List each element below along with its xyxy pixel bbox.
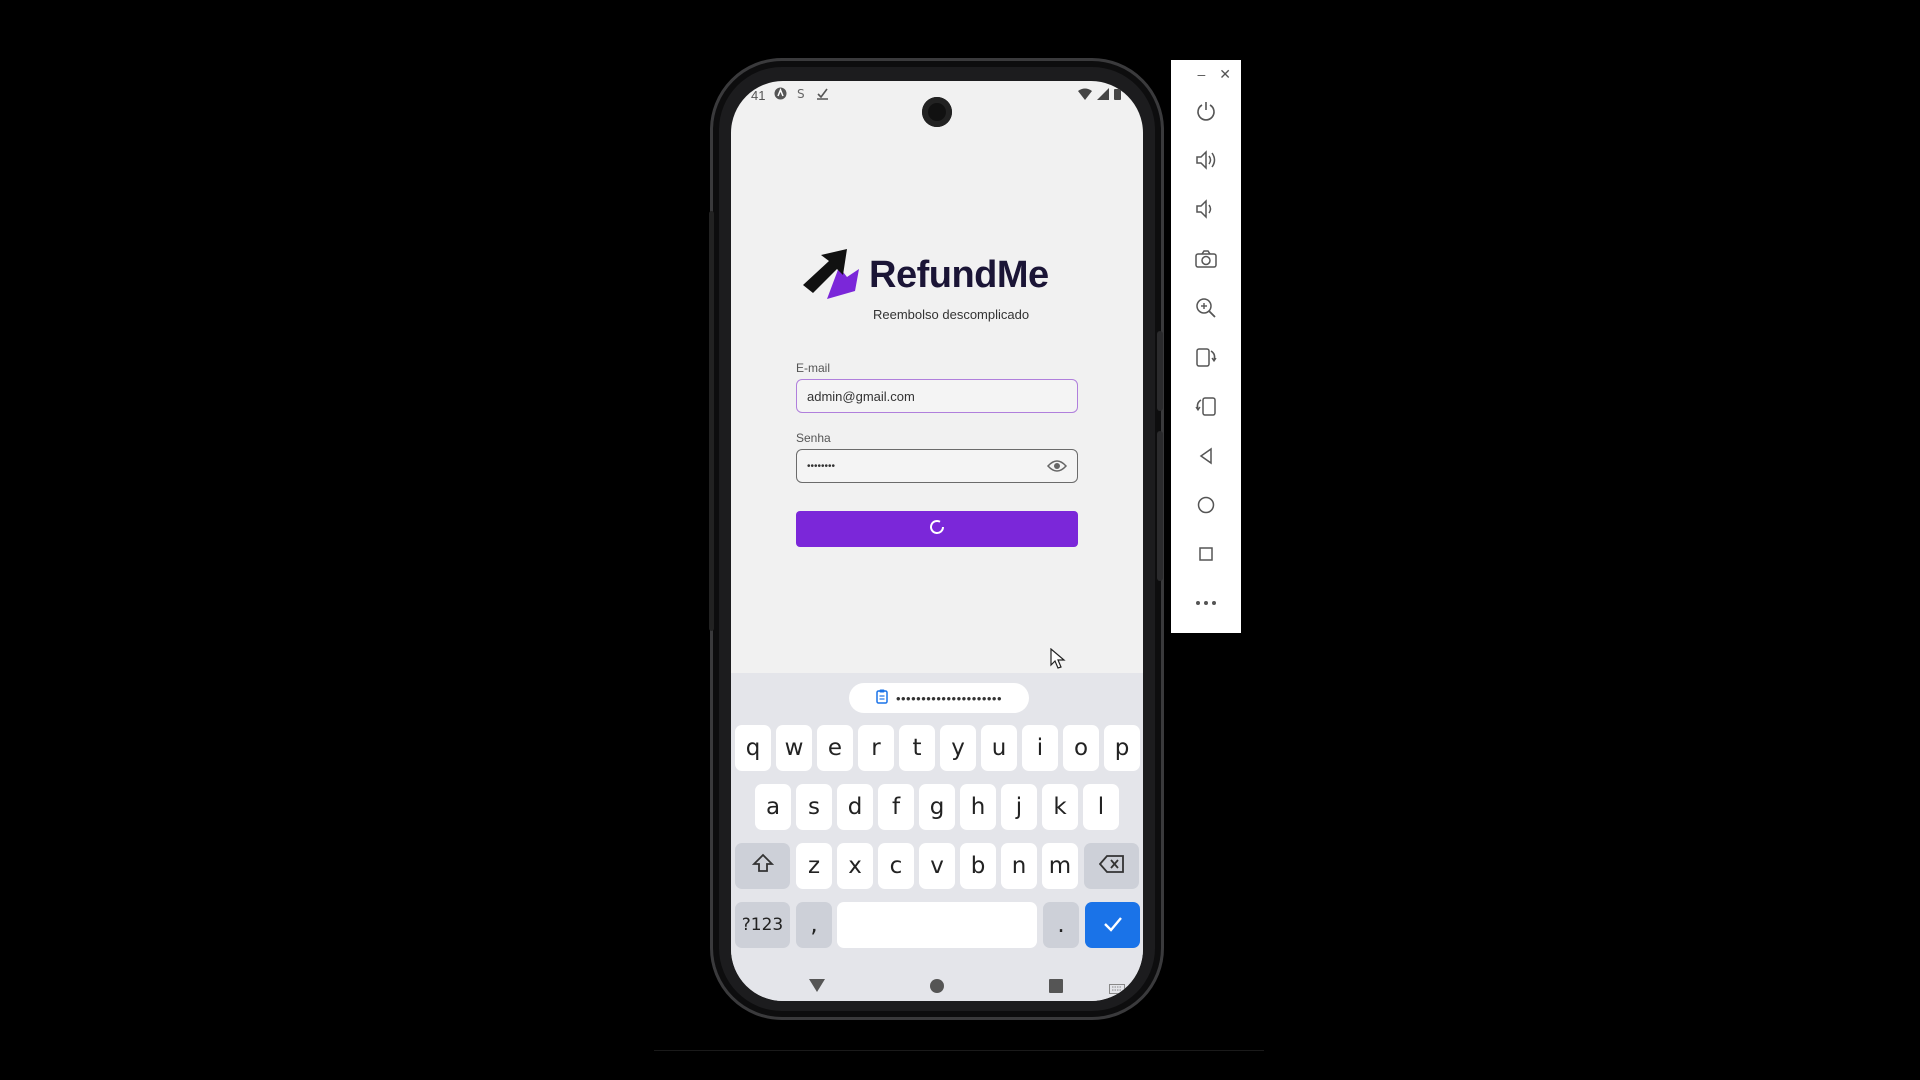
password-field[interactable]: •••••••• <box>796 449 1078 483</box>
app-name: RefundMe <box>869 254 1049 296</box>
enter-key[interactable] <box>1085 902 1140 948</box>
rotate-right-icon[interactable] <box>1193 393 1219 419</box>
key-q[interactable]: q <box>735 725 771 771</box>
volume-side-button <box>1157 431 1163 581</box>
key-f[interactable]: f <box>878 784 914 830</box>
key-t[interactable]: t <box>899 725 935 771</box>
refund-arrows-icon <box>799 247 863 304</box>
check-icon <box>816 87 829 103</box>
nav-back-icon[interactable] <box>809 979 825 998</box>
password-value: •••••••• <box>807 460 836 472</box>
power-side-button <box>1157 331 1163 411</box>
soft-keyboard: ••••••••••••••••••••• q w e r t y u i o … <box>731 673 1143 1001</box>
key-j[interactable]: j <box>1001 784 1037 830</box>
space-key[interactable] <box>837 902 1037 948</box>
minimize-icon[interactable]: – <box>1197 66 1205 83</box>
email-field[interactable]: admin@gmail.com <box>796 379 1078 413</box>
power-icon[interactable] <box>1193 98 1219 124</box>
nav-home-icon[interactable] <box>930 979 944 998</box>
overview-icon[interactable] <box>1193 541 1219 567</box>
key-s[interactable]: s <box>796 784 832 830</box>
key-u[interactable]: u <box>981 725 1017 771</box>
back-icon[interactable] <box>1193 443 1219 469</box>
shift-key[interactable] <box>735 843 790 889</box>
key-z[interactable]: z <box>796 843 832 889</box>
eye-icon[interactable] <box>1046 459 1068 476</box>
clipboard-suggestion[interactable]: ••••••••••••••••••••• <box>849 683 1029 713</box>
key-g[interactable]: g <box>919 784 955 830</box>
camera-icon[interactable] <box>1193 246 1219 272</box>
close-icon[interactable]: ✕ <box>1219 66 1231 83</box>
key-r[interactable]: r <box>858 725 894 771</box>
home-icon[interactable] <box>1193 492 1219 518</box>
signal-icon <box>1097 87 1109 105</box>
more-icon[interactable] <box>1193 590 1219 616</box>
email-label: E-mail <box>796 361 831 375</box>
phone-screen: 41 S RefundMe Reembolso descomplicado E-… <box>731 81 1143 1001</box>
key-p[interactable]: p <box>1104 725 1140 771</box>
checkmark-icon <box>1103 912 1123 938</box>
divider <box>654 1050 1264 1051</box>
wifi-icon <box>1078 87 1092 105</box>
key-y[interactable]: y <box>940 725 976 771</box>
key-k[interactable]: k <box>1042 784 1078 830</box>
front-camera <box>922 97 952 127</box>
emulator-toolbar: – ✕ <box>1171 60 1241 633</box>
zoom-icon[interactable] <box>1193 295 1219 321</box>
key-d[interactable]: d <box>837 784 873 830</box>
key-h[interactable]: h <box>960 784 996 830</box>
suggestion-text: ••••••••••••••••••••• <box>895 690 1003 706</box>
key-b[interactable]: b <box>960 843 996 889</box>
svg-text:S: S <box>797 87 805 100</box>
key-a[interactable]: a <box>755 784 791 830</box>
app-tagline: Reembolso descomplicado <box>873 307 1030 322</box>
key-o[interactable]: o <box>1063 725 1099 771</box>
mouse-pointer-icon <box>1050 647 1066 675</box>
symbols-key[interactable]: ?123 <box>735 902 790 948</box>
password-label: Senha <box>796 431 831 445</box>
clipboard-icon <box>876 689 888 707</box>
email-value: admin@gmail.com <box>807 388 915 404</box>
navigation-bar <box>731 973 1143 1001</box>
key-l[interactable]: l <box>1083 784 1119 830</box>
volume-down-icon[interactable] <box>1193 196 1219 222</box>
key-e[interactable]: e <box>817 725 853 771</box>
key-x[interactable]: x <box>837 843 873 889</box>
backspace-icon <box>1098 853 1125 879</box>
comma-key[interactable]: , <box>796 902 832 948</box>
left-side-button <box>709 211 714 631</box>
backspace-key[interactable] <box>1084 843 1139 889</box>
battery-icon <box>1114 87 1121 105</box>
key-w[interactable]: w <box>776 725 812 771</box>
period-key[interactable]: . <box>1043 902 1079 948</box>
phone-frame: 41 S RefundMe Reembolso descomplicado E-… <box>709 58 1164 1020</box>
volume-up-icon[interactable] <box>1193 147 1219 173</box>
key-c[interactable]: c <box>878 843 914 889</box>
key-n[interactable]: n <box>1001 843 1037 889</box>
app-icon <box>774 87 787 103</box>
login-button[interactable] <box>796 511 1078 547</box>
loading-spinner-icon <box>928 518 946 541</box>
app-logo: RefundMe <box>799 247 1049 304</box>
shift-icon <box>751 853 774 879</box>
key-i[interactable]: i <box>1022 725 1058 771</box>
rotate-left-icon[interactable] <box>1193 344 1219 370</box>
status-time: 41 <box>751 87 766 103</box>
key-v[interactable]: v <box>919 843 955 889</box>
nav-recents-icon[interactable] <box>1049 979 1063 998</box>
key-m[interactable]: m <box>1042 843 1078 889</box>
sync-icon: S <box>796 87 807 103</box>
keyboard-switch-icon[interactable] <box>1109 981 1125 999</box>
